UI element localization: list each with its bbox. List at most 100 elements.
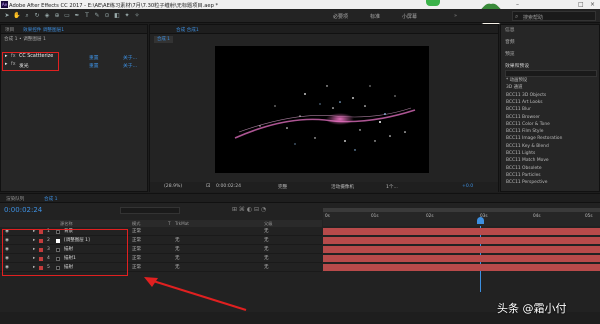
layer-mode[interactable]: 正常: [132, 246, 141, 254]
ruler-tick: 04s: [533, 213, 541, 218]
panel-info[interactable]: 信息: [505, 26, 515, 33]
layer-mode[interactable]: 正常: [132, 228, 141, 236]
layer-mode[interactable]: 正常: [132, 255, 141, 263]
layer-track-bar[interactable]: [323, 255, 600, 262]
workspace-tab-small-screen[interactable]: 小屏幕: [402, 13, 417, 20]
layer-track-bar[interactable]: [323, 237, 600, 244]
search-icon: ⌕: [515, 13, 519, 20]
title-bar: Ae Adobe After Effects CC 2017 - E:\AE\A…: [0, 0, 600, 9]
minimize-button[interactable]: –: [516, 1, 519, 8]
text-tool-icon[interactable]: T: [83, 12, 91, 20]
eraser-tool-icon[interactable]: ◧: [113, 12, 121, 20]
pen-tool-icon[interactable]: ✒: [73, 12, 81, 20]
tab-project[interactable]: 项目: [5, 27, 14, 33]
composition-viewer-panel: 合成 合成1 合成 1 (28.9%) ⊡ 0:00:02:24 完整 活动摄像…: [149, 24, 499, 192]
workspace-tab-essentials[interactable]: 必要项: [333, 13, 348, 20]
annotation-box-layers: [2, 229, 128, 276]
layer-mode[interactable]: 正常: [132, 237, 141, 245]
reset-link[interactable]: 重置: [89, 62, 99, 69]
layer-parent[interactable]: 无: [264, 255, 269, 263]
toolbar: ➤ ✋ ⌕ ↻ ◈ ⊕ ▭ ✒ T ✎ ⊙ ◧ ✦ ✧ 必要项 标准 小屏幕 »…: [0, 9, 600, 23]
layer-trkmat[interactable]: 无: [175, 264, 180, 272]
effects-search-field[interactable]: [505, 70, 597, 77]
reset-link[interactable]: 重置: [89, 54, 99, 61]
rotate-tool-icon[interactable]: ↻: [33, 12, 41, 20]
search-help-field[interactable]: ⌕ 搜索帮助: [512, 11, 596, 21]
timeline-switches-icon[interactable]: ⊞ ⌘ ◐ ⊟ ◔: [232, 206, 266, 213]
layer-parent[interactable]: 无: [264, 246, 269, 254]
tab-comp1[interactable]: 合成 1: [44, 196, 58, 202]
layer-parent[interactable]: 无: [264, 264, 269, 272]
col-mode[interactable]: 模式: [132, 221, 140, 227]
selection-tool-icon[interactable]: ➤: [3, 12, 11, 20]
expand-triangle-icon[interactable]: ▸: [5, 62, 7, 67]
puppet-tool-icon[interactable]: ✧: [133, 12, 141, 20]
comp-canvas[interactable]: [215, 46, 429, 173]
about-link[interactable]: 关于...: [123, 62, 137, 69]
exposure-value[interactable]: +0.0: [462, 184, 473, 189]
camera-tool-icon[interactable]: ◈: [43, 12, 51, 20]
camera-snapshot-icon[interactable]: ⊡: [206, 183, 211, 189]
search-placeholder: 搜索帮助: [523, 15, 544, 21]
close-button[interactable]: ×: [590, 1, 595, 8]
left-panel-tabs: 项目 效果控件 调整图层1: [1, 25, 147, 34]
panel-preview[interactable]: 预览: [505, 50, 515, 57]
ruler-tick: 02s: [426, 213, 434, 218]
ae-logo-icon: Ae: [1, 1, 8, 8]
resolution-dropdown[interactable]: 完整: [278, 184, 287, 190]
tab-effect-controls[interactable]: 效果控件 调整图层1: [23, 27, 64, 33]
ruler-tick: 05s: [585, 213, 593, 218]
layer-track-bar[interactable]: [323, 228, 600, 235]
fx-icon[interactable]: fx: [11, 54, 16, 59]
zoom-dropdown[interactable]: (28.9%): [164, 184, 182, 189]
clone-tool-icon[interactable]: ⊙: [103, 12, 111, 20]
brush-tool-icon[interactable]: ✎: [93, 12, 101, 20]
effects-list-item[interactable]: BCC11 Perspective: [501, 179, 600, 187]
tab-render-queue[interactable]: 渲染队列: [6, 196, 24, 202]
timeline-timecode[interactable]: 0:00:02:24: [4, 206, 42, 214]
layer-parent[interactable]: 无: [264, 237, 269, 245]
maximize-button[interactable]: □: [578, 1, 584, 8]
about-link[interactable]: 关于...: [123, 54, 137, 61]
rectangle-tool-icon[interactable]: ▭: [63, 12, 71, 20]
particles-render: [234, 85, 416, 151]
tab-composition[interactable]: 合成 合成1: [176, 27, 199, 33]
workspace-menu-icon[interactable]: »: [454, 13, 457, 19]
layer-trkmat[interactable]: 无: [175, 237, 180, 245]
ruler-tick: 01s: [371, 213, 379, 218]
layer-mode[interactable]: 正常: [132, 264, 141, 272]
effect-row-scatterize[interactable]: ▸ fx CC Scattterize 重置 关于...: [5, 54, 145, 62]
col-parent[interactable]: 父级: [264, 221, 272, 227]
col-t[interactable]: T: [168, 221, 171, 226]
annotation-arrow-icon: [144, 277, 247, 311]
right-panels: 信息 音频 预览 效果和预设 * 动画预设 3D 通道 BCC11 3D Obj…: [500, 24, 600, 192]
roto-tool-icon[interactable]: ✦: [123, 12, 131, 20]
layer-trkmat[interactable]: 无: [175, 246, 180, 254]
window-title: Adobe After Effects CC 2017 - E:\AE\AE练习…: [9, 3, 219, 9]
timeline-search-field[interactable]: [120, 207, 180, 214]
workspace-tab-standard[interactable]: 标准: [370, 13, 380, 20]
camera-dropdown[interactable]: 活动摄像机: [331, 184, 354, 190]
layer-track-bar[interactable]: [323, 264, 600, 271]
timecode-readout[interactable]: 0:00:02:24: [216, 184, 241, 189]
layer-track-bar[interactable]: [323, 246, 600, 253]
col-trkmat[interactable]: TrkMat: [175, 221, 189, 226]
views-dropdown[interactable]: 1个...: [386, 184, 398, 190]
time-ruler[interactable]: 0s 01s 02s 03s 04s 05s: [323, 208, 600, 226]
work-area-bar[interactable]: [323, 208, 600, 212]
panel-audio[interactable]: 音频: [505, 38, 515, 45]
comp-subtab[interactable]: 合成 1: [154, 36, 173, 43]
hand-tool-icon[interactable]: ✋: [13, 12, 21, 20]
zoom-tool-icon[interactable]: ⌕: [23, 12, 31, 20]
playhead-handle[interactable]: [477, 217, 484, 224]
panel-effects-presets[interactable]: 效果和预设: [505, 62, 529, 69]
floating-badge[interactable]: [426, 0, 440, 6]
col-source-name[interactable]: 源名称: [60, 221, 73, 227]
effect-row-glow[interactable]: ▸ fx 发光 重置 关于...: [5, 62, 145, 70]
fx-icon[interactable]: fx: [11, 62, 16, 67]
layer-trkmat[interactable]: 无: [175, 255, 180, 263]
expand-triangle-icon[interactable]: ▸: [5, 54, 7, 59]
pan-behind-tool-icon[interactable]: ⊕: [53, 12, 61, 20]
timeline-tabs: 渲染队列 合成 1: [0, 194, 600, 203]
layer-parent[interactable]: 无: [264, 228, 269, 236]
